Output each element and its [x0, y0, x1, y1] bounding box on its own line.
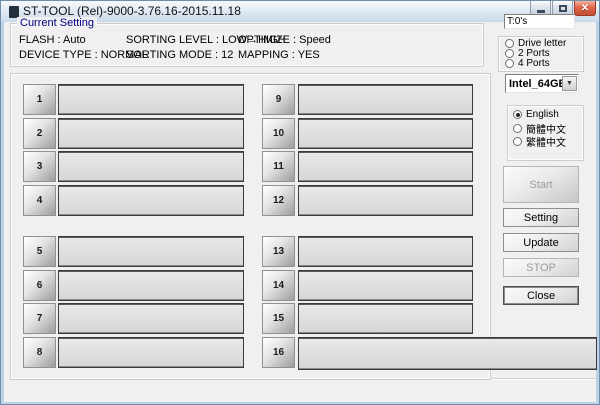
slot-bar-10: [298, 118, 473, 149]
frame-bottom-extension: [491, 378, 596, 380]
slot-bar-1: [58, 84, 244, 115]
radio-english[interactable]: English: [513, 109, 559, 120]
radio-circle-drive-letter: [505, 39, 514, 48]
slot-button-4[interactable]: 4: [23, 185, 56, 216]
radio-circle-2-ports: [505, 49, 514, 58]
stop-button: STOP: [503, 258, 579, 277]
ini-file-value: Intel_64GB.ini: [506, 78, 562, 90]
radio-simplified-chinese[interactable]: 簡體中文: [513, 123, 566, 134]
slot-button-3[interactable]: 3: [23, 151, 56, 182]
slot-bar-5: [58, 236, 244, 267]
slot-button-12[interactable]: 12: [262, 185, 295, 216]
slot-bar-2: [58, 118, 244, 149]
radio-circle-english: [513, 110, 522, 119]
setting-flash: FLASH : Auto: [19, 34, 86, 46]
radio-circle-traditional-chinese: [513, 137, 522, 146]
slot-button-16[interactable]: 16: [262, 337, 295, 368]
slot-bar-9: [298, 84, 473, 115]
radio-traditional-chinese[interactable]: 繁體中文: [513, 136, 566, 147]
start-button: Start: [503, 166, 579, 203]
radio-label-4-ports: 4 Ports: [518, 58, 550, 69]
setting-optimize: OPTIMIZE : Speed: [238, 34, 331, 46]
slot-bar-14: [298, 270, 473, 301]
slot-bar-16: [298, 337, 597, 370]
update-button[interactable]: Update: [503, 233, 579, 252]
slot-button-2[interactable]: 2: [23, 118, 56, 149]
setting-mapping: MAPPING : YES: [238, 49, 320, 61]
radio-circle-simplified-chinese: [513, 124, 522, 133]
slot-button-14[interactable]: 14: [262, 270, 295, 301]
slot-button-1[interactable]: 1: [23, 84, 56, 115]
slot-bar-7: [58, 303, 244, 334]
slot-bar-15: [298, 303, 473, 334]
setting-button[interactable]: Setting: [503, 208, 579, 227]
slot-button-15[interactable]: 15: [262, 303, 295, 334]
slot-button-5[interactable]: 5: [23, 236, 56, 267]
radio-label-traditional-chinese: 繁體中文: [526, 134, 566, 149]
minimize-icon: [537, 10, 545, 13]
slot-button-10[interactable]: 10: [262, 118, 295, 149]
ini-file-dropdown[interactable]: Intel_64GB.ini ▼: [505, 74, 579, 93]
slot-bar-13: [298, 236, 473, 267]
slot-bar-12: [298, 185, 473, 216]
app-window: ST-TOOL (Rel)-9000-3.76.16-2015.11.18 ✕ …: [0, 0, 600, 405]
path-input[interactable]: [504, 14, 575, 29]
radio-circle-4-ports: [505, 59, 514, 68]
close-icon: ✕: [581, 2, 589, 15]
radio-4-ports[interactable]: 4 Ports: [505, 58, 550, 69]
setting-sorting-mode: SORTING MODE : 12: [126, 49, 233, 61]
slot-bar-6: [58, 270, 244, 301]
slot-button-9[interactable]: 9: [262, 84, 295, 115]
current-setting-caption: Current Setting: [17, 17, 97, 29]
close-button[interactable]: Close: [503, 286, 579, 305]
slot-bar-11: [298, 151, 473, 182]
slot-button-13[interactable]: 13: [262, 236, 295, 267]
close-window-button[interactable]: ✕: [574, 1, 596, 16]
chevron-down-icon[interactable]: ▼: [562, 76, 577, 91]
slot-bar-8: [58, 337, 244, 368]
slot-button-8[interactable]: 8: [23, 337, 56, 368]
slot-button-7[interactable]: 7: [23, 303, 56, 334]
slot-button-6[interactable]: 6: [23, 270, 56, 301]
slot-bar-3: [58, 151, 244, 182]
maximize-icon: [559, 5, 567, 12]
radio-label-english: English: [526, 109, 559, 120]
slot-bar-4: [58, 185, 244, 216]
slot-button-11[interactable]: 11: [262, 151, 295, 182]
